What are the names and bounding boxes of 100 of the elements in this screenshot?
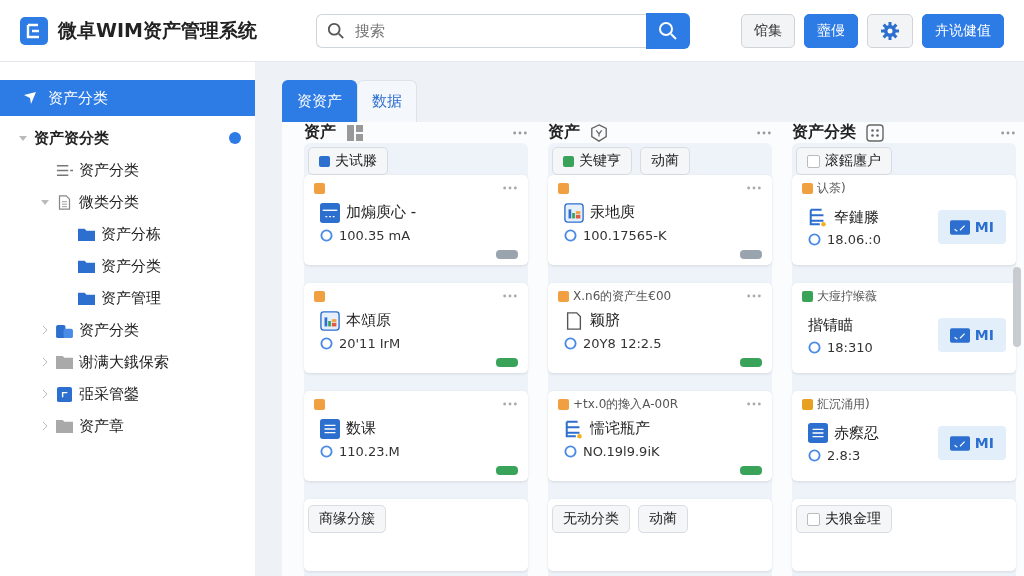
card-title: 赤瘵忍 [834,423,879,443]
card-subtitle: 大痖拧缑薇 [817,287,877,305]
caret-icon[interactable] [40,325,50,335]
more-icon[interactable] [756,130,772,135]
more-icon[interactable] [502,294,518,298]
tree-item[interactable]: 资产管理 [101,288,161,308]
chart-icon [949,327,970,343]
more-icon[interactable] [1000,130,1016,135]
folder-icon [78,226,95,242]
list-icon [320,418,340,439]
navigation-icon [22,90,38,106]
status-ring-icon [564,336,577,350]
list-icon [808,423,828,443]
action-button[interactable]: MI [937,426,1006,460]
caret-icon[interactable] [40,389,50,399]
asset-card[interactable]: 数课 110.23.M [304,391,528,481]
asset-card[interactable]: 汞地庾 100.17565-K [548,175,772,265]
sidebar-item[interactable]: 资产分类 [0,80,255,116]
settings-icon [880,20,900,41]
status-ring-icon [320,228,333,242]
settings-button[interactable] [867,13,913,48]
asset-card[interactable]: +tx.0的搀入A-00R 懦诧瓶产 NO.19l9.9iK [548,391,772,481]
filter-chip[interactable]: 夫试滕 [308,147,388,175]
tab[interactable]: 资资产 [282,80,357,122]
filter-chip[interactable]: 夫狼金理 [796,505,892,533]
grid-icon[interactable] [346,123,364,142]
asset-card[interactable]: 大痖拧缑薇 揩锖瞄 18:310 MI [792,283,1016,373]
tree-item[interactable]: 微类分类 [79,192,139,212]
scrollbar[interactable] [1013,267,1021,347]
header-button[interactable]: 卉说健值 [922,13,1004,48]
more-icon[interactable] [746,402,762,406]
more-icon[interactable] [746,294,762,298]
filter-chip[interactable]: 动蔺 [640,147,690,175]
folder-icon [56,418,73,434]
card-subtitle: +tx.0的搀入A-00R [573,395,679,413]
card-reading: 110.23.M [339,443,400,459]
card-icon [320,202,340,223]
tree-item[interactable]: 弫采管鎣 [79,384,139,404]
tree-item[interactable]: 资产章 [79,416,124,436]
search-button[interactable] [646,12,690,49]
search-field[interactable]: 搜索 [316,13,646,48]
status-ring-icon [564,228,577,242]
card-title: 颖脐 [590,311,620,330]
card-title: 本頌原 [346,311,391,330]
caret-icon[interactable] [40,357,50,367]
caret-icon[interactable] [18,133,28,143]
document-icon [564,310,584,331]
chart-icon [949,219,970,235]
asset-card[interactable]: 认荼) 㚔鏈滕 18.06.:0 MI [792,175,1016,265]
tree-item[interactable]: 谢满大鋨保索 [79,352,169,372]
tree-item[interactable]: 资产资分类 [34,128,109,148]
column-title: 资产分类 [792,122,856,143]
filter-icon[interactable] [590,123,608,142]
header-button[interactable]: 虀僈 [804,13,858,48]
card-title: 懦诧瓶产 [590,419,650,438]
tree-item[interactable]: 资产分类 [101,256,161,276]
more-icon[interactable] [502,402,518,406]
server-icon [564,418,584,439]
asset-card[interactable]: X.n6的资产生€00 颖脐 20Y8 12:2.5 [548,283,772,373]
card-reading: 18.06.:0 [827,232,881,247]
folder-icon [78,290,95,306]
asset-card[interactable]: 加煽庾心 - 100.35 mA [304,175,528,265]
action-button[interactable]: MI [937,210,1006,244]
tree-item[interactable]: 资产分类 [79,320,139,340]
folder-icon [56,386,73,402]
card-reading: 20'11 IrM [339,335,401,351]
tree-item[interactable]: 资产分栋 [101,224,161,244]
asset-card[interactable]: 本頌原 20'11 IrM [304,283,528,373]
document-icon [56,194,73,210]
filter-chip[interactable]: 无动分类 [552,505,630,533]
filter-chip[interactable]: 商缘分簇 [308,505,386,533]
status-ring-icon [320,336,333,350]
status-ring-icon [808,340,821,354]
grid-icon[interactable] [866,123,884,142]
status-ring-icon [564,444,577,458]
app-title: 微卓WIM资产管理系统 [58,17,258,43]
search-icon [658,20,678,41]
server-icon [808,207,828,227]
asset-card[interactable]: 㧟沉涌用) 赤瘵忍 2.8:3 MI [792,391,1016,481]
card-subtitle: X.n6的资产生€00 [573,287,672,305]
card-subtitle: 㧟沉涌用) [817,395,870,413]
caret-icon[interactable] [40,197,50,207]
filter-chip[interactable]: 关键亨 [552,147,632,175]
column-title: 资产 [304,122,336,143]
more-icon[interactable] [502,186,518,190]
chart-icon [320,310,340,331]
card-reading: 100.35 mA [339,227,411,243]
tree-item[interactable]: 资产分类 [79,160,139,180]
filter-chip[interactable]: 滚鎐廛户 [796,147,892,175]
more-icon[interactable] [746,186,762,190]
tab[interactable]: 数据 [357,80,417,122]
filter-chip[interactable]: 动蔺 [638,505,688,533]
card-reading: 100.17565-K [583,227,667,243]
status-ring-icon [808,233,821,246]
more-icon[interactable] [512,130,528,135]
card-reading: 18:310 [827,339,873,355]
header-button[interactable]: 馆集 [741,13,795,48]
action-button[interactable]: MI [937,318,1006,352]
caret-icon[interactable] [40,421,50,431]
card-title: 加煽庾心 - [346,203,417,222]
